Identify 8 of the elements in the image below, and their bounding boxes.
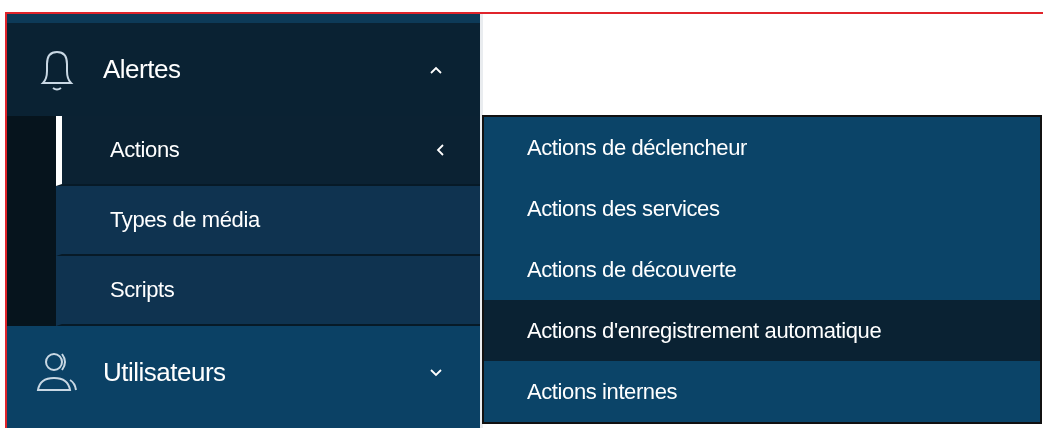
chevron-down-icon xyxy=(430,368,442,377)
submenu-item[interactable]: Scripts xyxy=(56,256,480,326)
submenu-item[interactable]: Actions xyxy=(56,116,480,186)
submenu-item[interactable]: Types de média xyxy=(56,186,480,256)
chevron-up-icon xyxy=(430,65,442,74)
chevron-left-icon xyxy=(436,144,444,156)
flyout-item[interactable]: Actions d'enregistrement automatique xyxy=(484,300,1040,361)
menu-item[interactable]: Alertes xyxy=(7,23,480,116)
